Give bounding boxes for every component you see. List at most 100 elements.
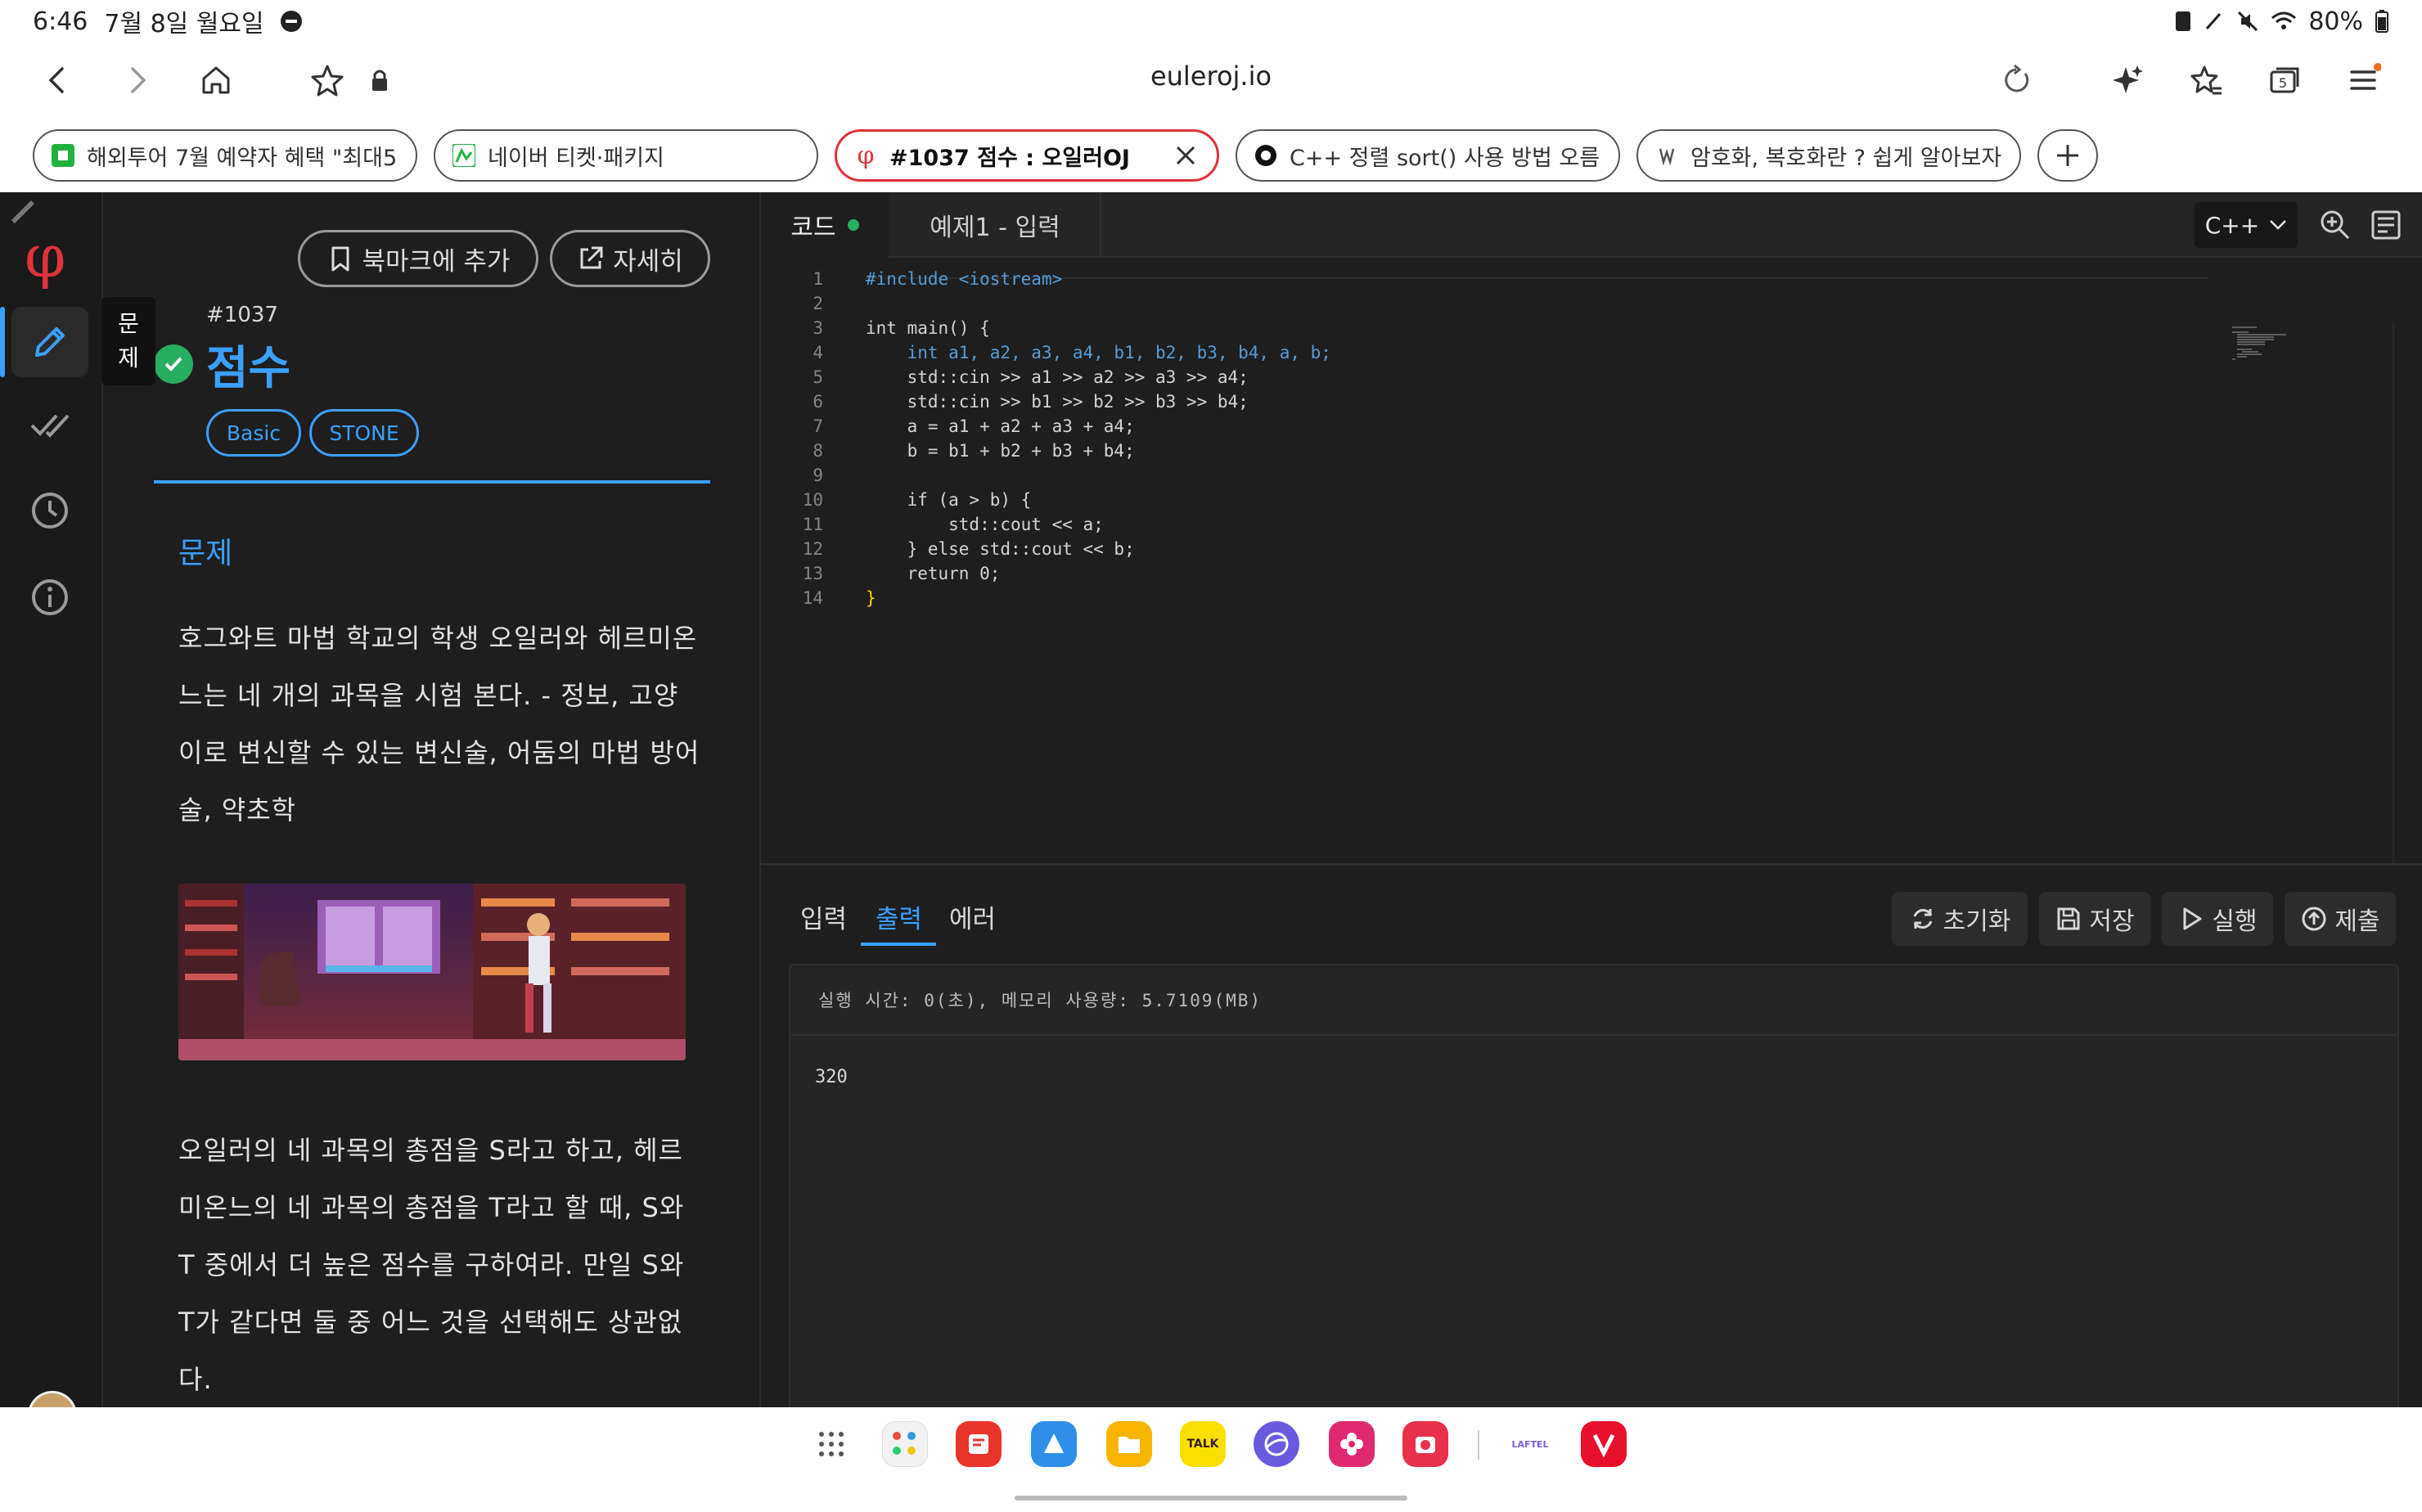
nav-submissions-button[interactable]: [11, 389, 88, 459]
code-line: }: [866, 588, 876, 608]
app-folder-icon[interactable]: [882, 1421, 928, 1467]
nav-tooltip: 문 제: [101, 297, 155, 385]
tag-basic[interactable]: Basic: [206, 409, 301, 457]
pencil-icon: [35, 327, 65, 357]
flower-app-icon[interactable]: [1329, 1421, 1375, 1467]
laftel-label: LAFTEL: [1511, 1438, 1549, 1450]
tab-example-label: 예제1 - 입력: [930, 214, 1060, 242]
history-clock-icon: [32, 493, 68, 529]
bookmarks-button[interactable]: [2181, 56, 2231, 105]
tab-title: 암호화, 복호화란 ? 쉽게 알아보자.: [1690, 145, 2003, 171]
line-number: 5: [813, 367, 823, 387]
language-select[interactable]: C++: [2195, 202, 2298, 248]
notes-app-icon[interactable]: [956, 1421, 1002, 1467]
tab-switcher-button[interactable]: 5: [2260, 56, 2309, 105]
browser-tab[interactable]: 네이버 티켓·패키지: [434, 129, 818, 182]
naver-ticket-favicon: [452, 143, 476, 168]
laftel-app-icon[interactable]: LAFTEL: [1507, 1421, 1553, 1467]
wifi-icon: [2271, 11, 2297, 29]
browser-tab-active[interactable]: φ #1037 점수 : 오일러OJ: [835, 129, 1219, 182]
browser-app-icon[interactable]: [1254, 1421, 1299, 1467]
tab-input[interactable]: 입력: [800, 898, 847, 935]
code-line: return 0;: [866, 564, 1001, 583]
tab-title: 해외투어 7월 예약자 혜택 "최대5...: [87, 145, 399, 171]
do-not-disturb-icon: [280, 11, 302, 32]
title-divider: [154, 480, 710, 484]
layout-icon[interactable]: [2366, 205, 2406, 245]
reload-icon: [2005, 64, 2029, 92]
code-line-text: if (a > b) {: [866, 490, 1032, 510]
close-tab-icon[interactable]: [1171, 141, 1200, 170]
new-tab-button[interactable]: [2037, 129, 2098, 182]
line-number: 6: [813, 392, 823, 412]
bookmark-add-button[interactable]: 북마크에 추가: [298, 230, 538, 287]
code-minimap[interactable]: [2232, 325, 2330, 374]
site-security-button[interactable]: [355, 56, 404, 105]
run-label: 실행: [2212, 907, 2258, 936]
line-number: 14: [802, 588, 823, 608]
run-button[interactable]: 실행: [2162, 892, 2273, 946]
saved-status-dot: [847, 219, 859, 231]
tour-favicon: [51, 143, 75, 168]
save-label: 저장: [2089, 907, 2135, 936]
nav-history-button[interactable]: [11, 475, 88, 546]
app-drawer-icon[interactable]: [808, 1421, 854, 1467]
details-button[interactable]: 자세히: [550, 230, 710, 287]
editor-scrollbar[interactable]: [2393, 323, 2394, 929]
bookmark-star-button[interactable]: [303, 56, 352, 105]
battery-icon: [2375, 10, 2388, 33]
browser-tab[interactable]: C++ 정렬 sort() 사용 방법 오름 ...: [1236, 129, 1620, 182]
tab-title: C++ 정렬 sort() 사용 방법 오름 ...: [1290, 145, 1602, 171]
nav-problem-button[interactable]: [11, 307, 88, 377]
url-text[interactable]: euleroj.io: [1150, 61, 1272, 92]
save-button[interactable]: 저장: [2039, 892, 2150, 946]
code-editor: 코드 예제1 - 입력 C++ 1 2 3 4 5 6 7 8 9 10 11 …: [759, 192, 2422, 929]
avatar[interactable]: [28, 1391, 77, 1407]
app-store-icon[interactable]: [1031, 1421, 1077, 1467]
reset-button[interactable]: 초기화: [1892, 892, 2028, 946]
zoom-in-icon[interactable]: [2316, 205, 2355, 245]
taskbar-dock: TALK LAFTEL: [0, 1407, 2422, 1512]
line-number: 12: [802, 539, 823, 559]
tab-code[interactable]: 코드: [761, 192, 889, 258]
code-line: std::cin >> a1 >> a2 >> a3 >> a4;: [866, 367, 1249, 387]
language-value: C++: [2204, 211, 2260, 239]
kakaotalk-app-icon[interactable]: TALK: [1180, 1421, 1226, 1467]
line-number: 13: [802, 564, 823, 583]
problem-paragraph-2: 오일러의 네 과목의 총점을 S라고 하고, 헤르미온느의 네 과목의 총점을 …: [178, 1135, 685, 1395]
files-app-icon[interactable]: [1106, 1421, 1152, 1467]
browser-tab[interactable]: 해외투어 7월 예약자 혜택 "최대5...: [33, 129, 417, 182]
code-line-text: std::cout << a;: [866, 515, 1104, 534]
code-area[interactable]: 1 2 3 4 5 6 7 8 9 10 11 12 13 14 #includ…: [761, 258, 2422, 929]
euler-logo[interactable]: φ: [25, 227, 65, 286]
tab-example-input[interactable]: 예제1 - 입력: [890, 192, 1101, 258]
tag-stone[interactable]: STONE: [309, 409, 419, 457]
tab-output[interactable]: 출력: [876, 898, 922, 935]
reload-button[interactable]: [1992, 56, 2041, 105]
submit-button[interactable]: 제출: [2285, 892, 2396, 946]
home-button[interactable]: [191, 56, 241, 105]
kakaotalk-label: TALK: [1186, 1438, 1219, 1451]
menu-button[interactable]: [2339, 56, 2388, 105]
chevron-down-icon: [2270, 220, 2287, 230]
ai-assist-button[interactable]: [2103, 56, 2152, 105]
execution-info: 실행 시간: 0(초), 메모리 사용량: 5.7109(MB): [790, 965, 2397, 1036]
status-bar: 6:46 7월 8일 월요일 80%: [0, 0, 2422, 43]
back-button[interactable]: [33, 56, 82, 105]
code-line: int main() {: [866, 318, 990, 338]
tab-error[interactable]: 에러: [949, 898, 996, 935]
code-line-text: return 0;: [866, 564, 1001, 583]
sparkle-icon: [2113, 65, 2143, 93]
line-number: 1: [813, 269, 823, 289]
tooltip-line-2: 제: [118, 344, 139, 371]
browser-tab[interactable]: 암호화, 복호화란 ? 쉽게 알아보자.: [1636, 129, 2021, 182]
video-app-icon[interactable]: [1581, 1421, 1627, 1467]
forward-button[interactable]: [113, 56, 162, 105]
code-line-text: int a1, a2, a3, a4, b1, b2, b3, b4, a, b…: [866, 343, 1331, 362]
problem-paragraph-1: 호그와트 마법 학교의 학생 오일러와 헤르미온느는 네 개의 과목을 시험 본…: [178, 623, 700, 826]
camera-app-icon[interactable]: [1402, 1421, 1448, 1467]
nav-info-button[interactable]: [11, 562, 88, 632]
blog-favicon: [1254, 143, 1278, 168]
home-indicator[interactable]: [1015, 1496, 1407, 1501]
lock-icon: [372, 70, 387, 91]
